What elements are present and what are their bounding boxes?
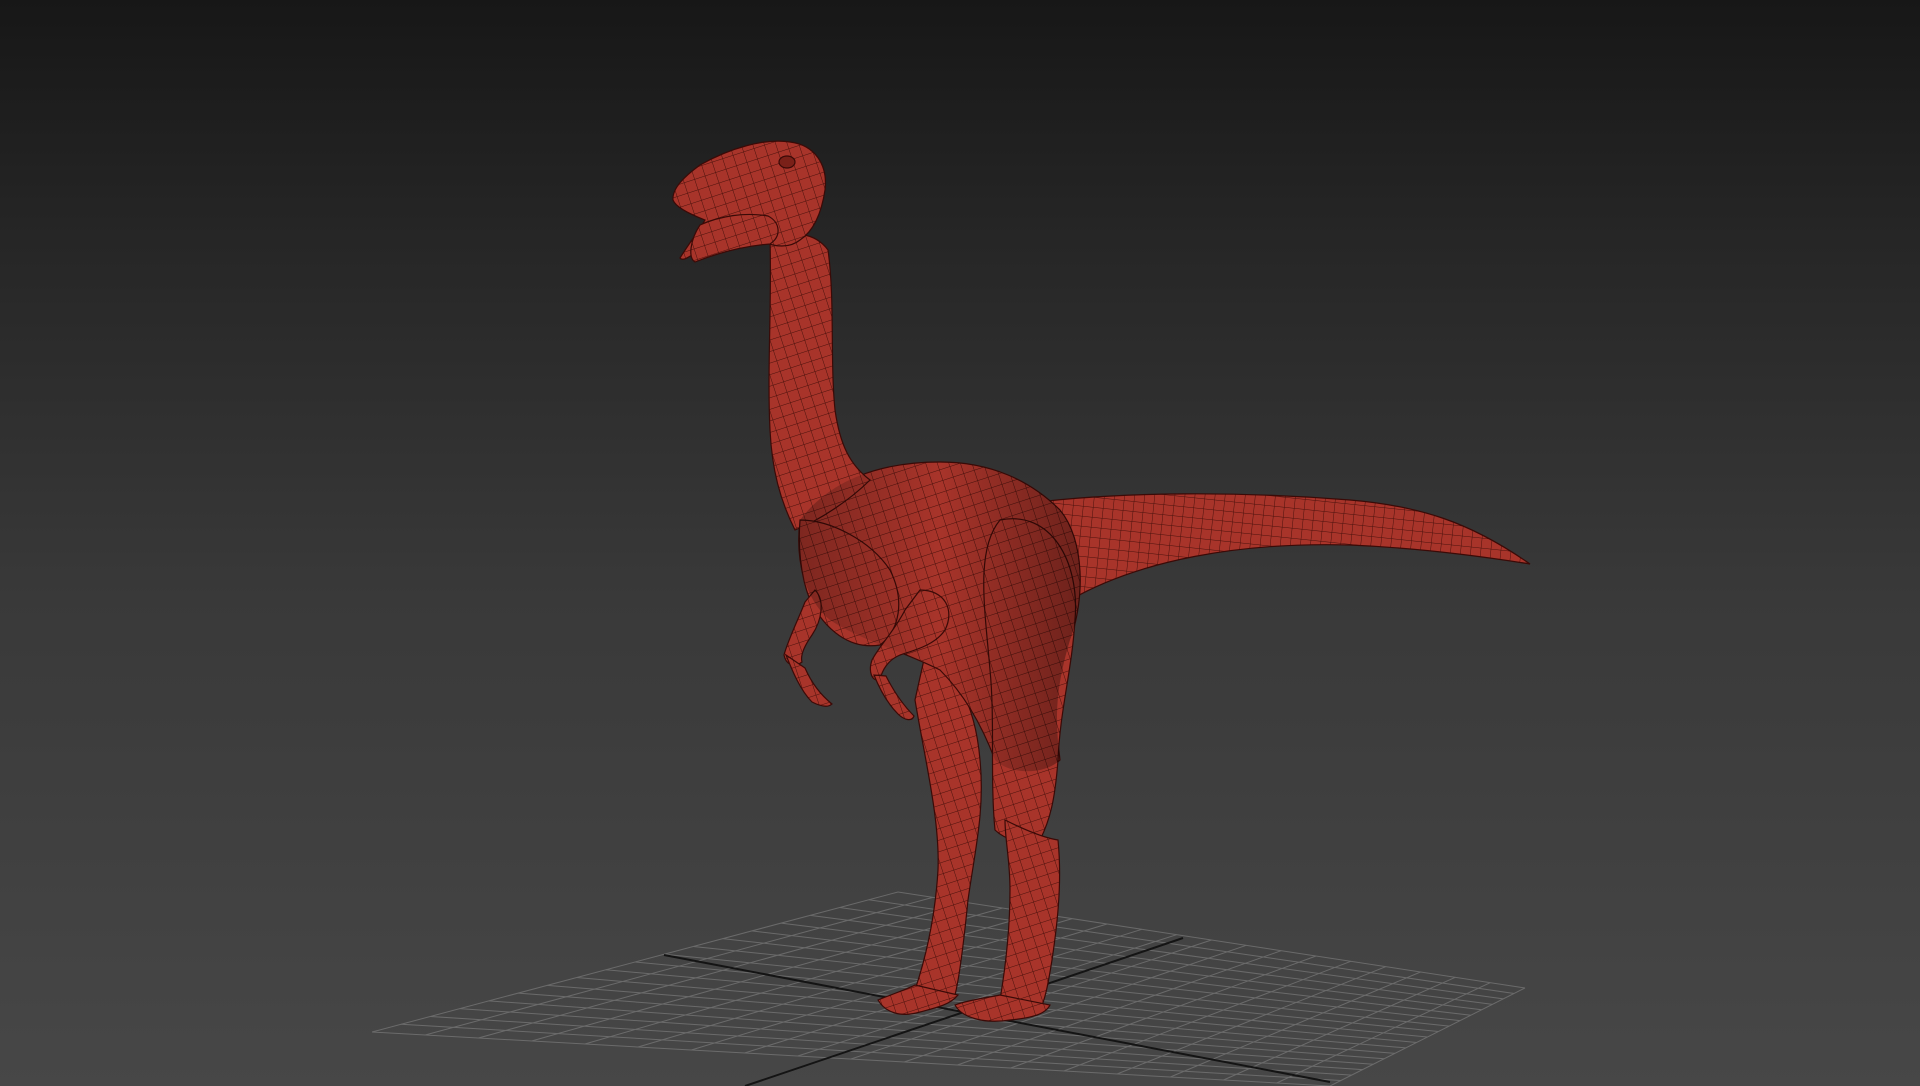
- tail-mesh: [1014, 493, 1531, 601]
- grid-line: [897, 891, 1526, 989]
- far-hand-mesh: [784, 653, 833, 707]
- dinosaur-model[interactable]: [672, 140, 1531, 1022]
- 3d-viewport[interactable]: [0, 0, 1920, 1086]
- grid-line: [751, 930, 1471, 1016]
- near-hand-mesh: [873, 674, 915, 721]
- grid-line: [1170, 971, 1421, 1078]
- grid-line: [1063, 960, 1352, 1072]
- eye: [778, 155, 796, 169]
- viewport-canvas[interactable]: [0, 0, 1920, 1086]
- grid-line: [1116, 966, 1386, 1075]
